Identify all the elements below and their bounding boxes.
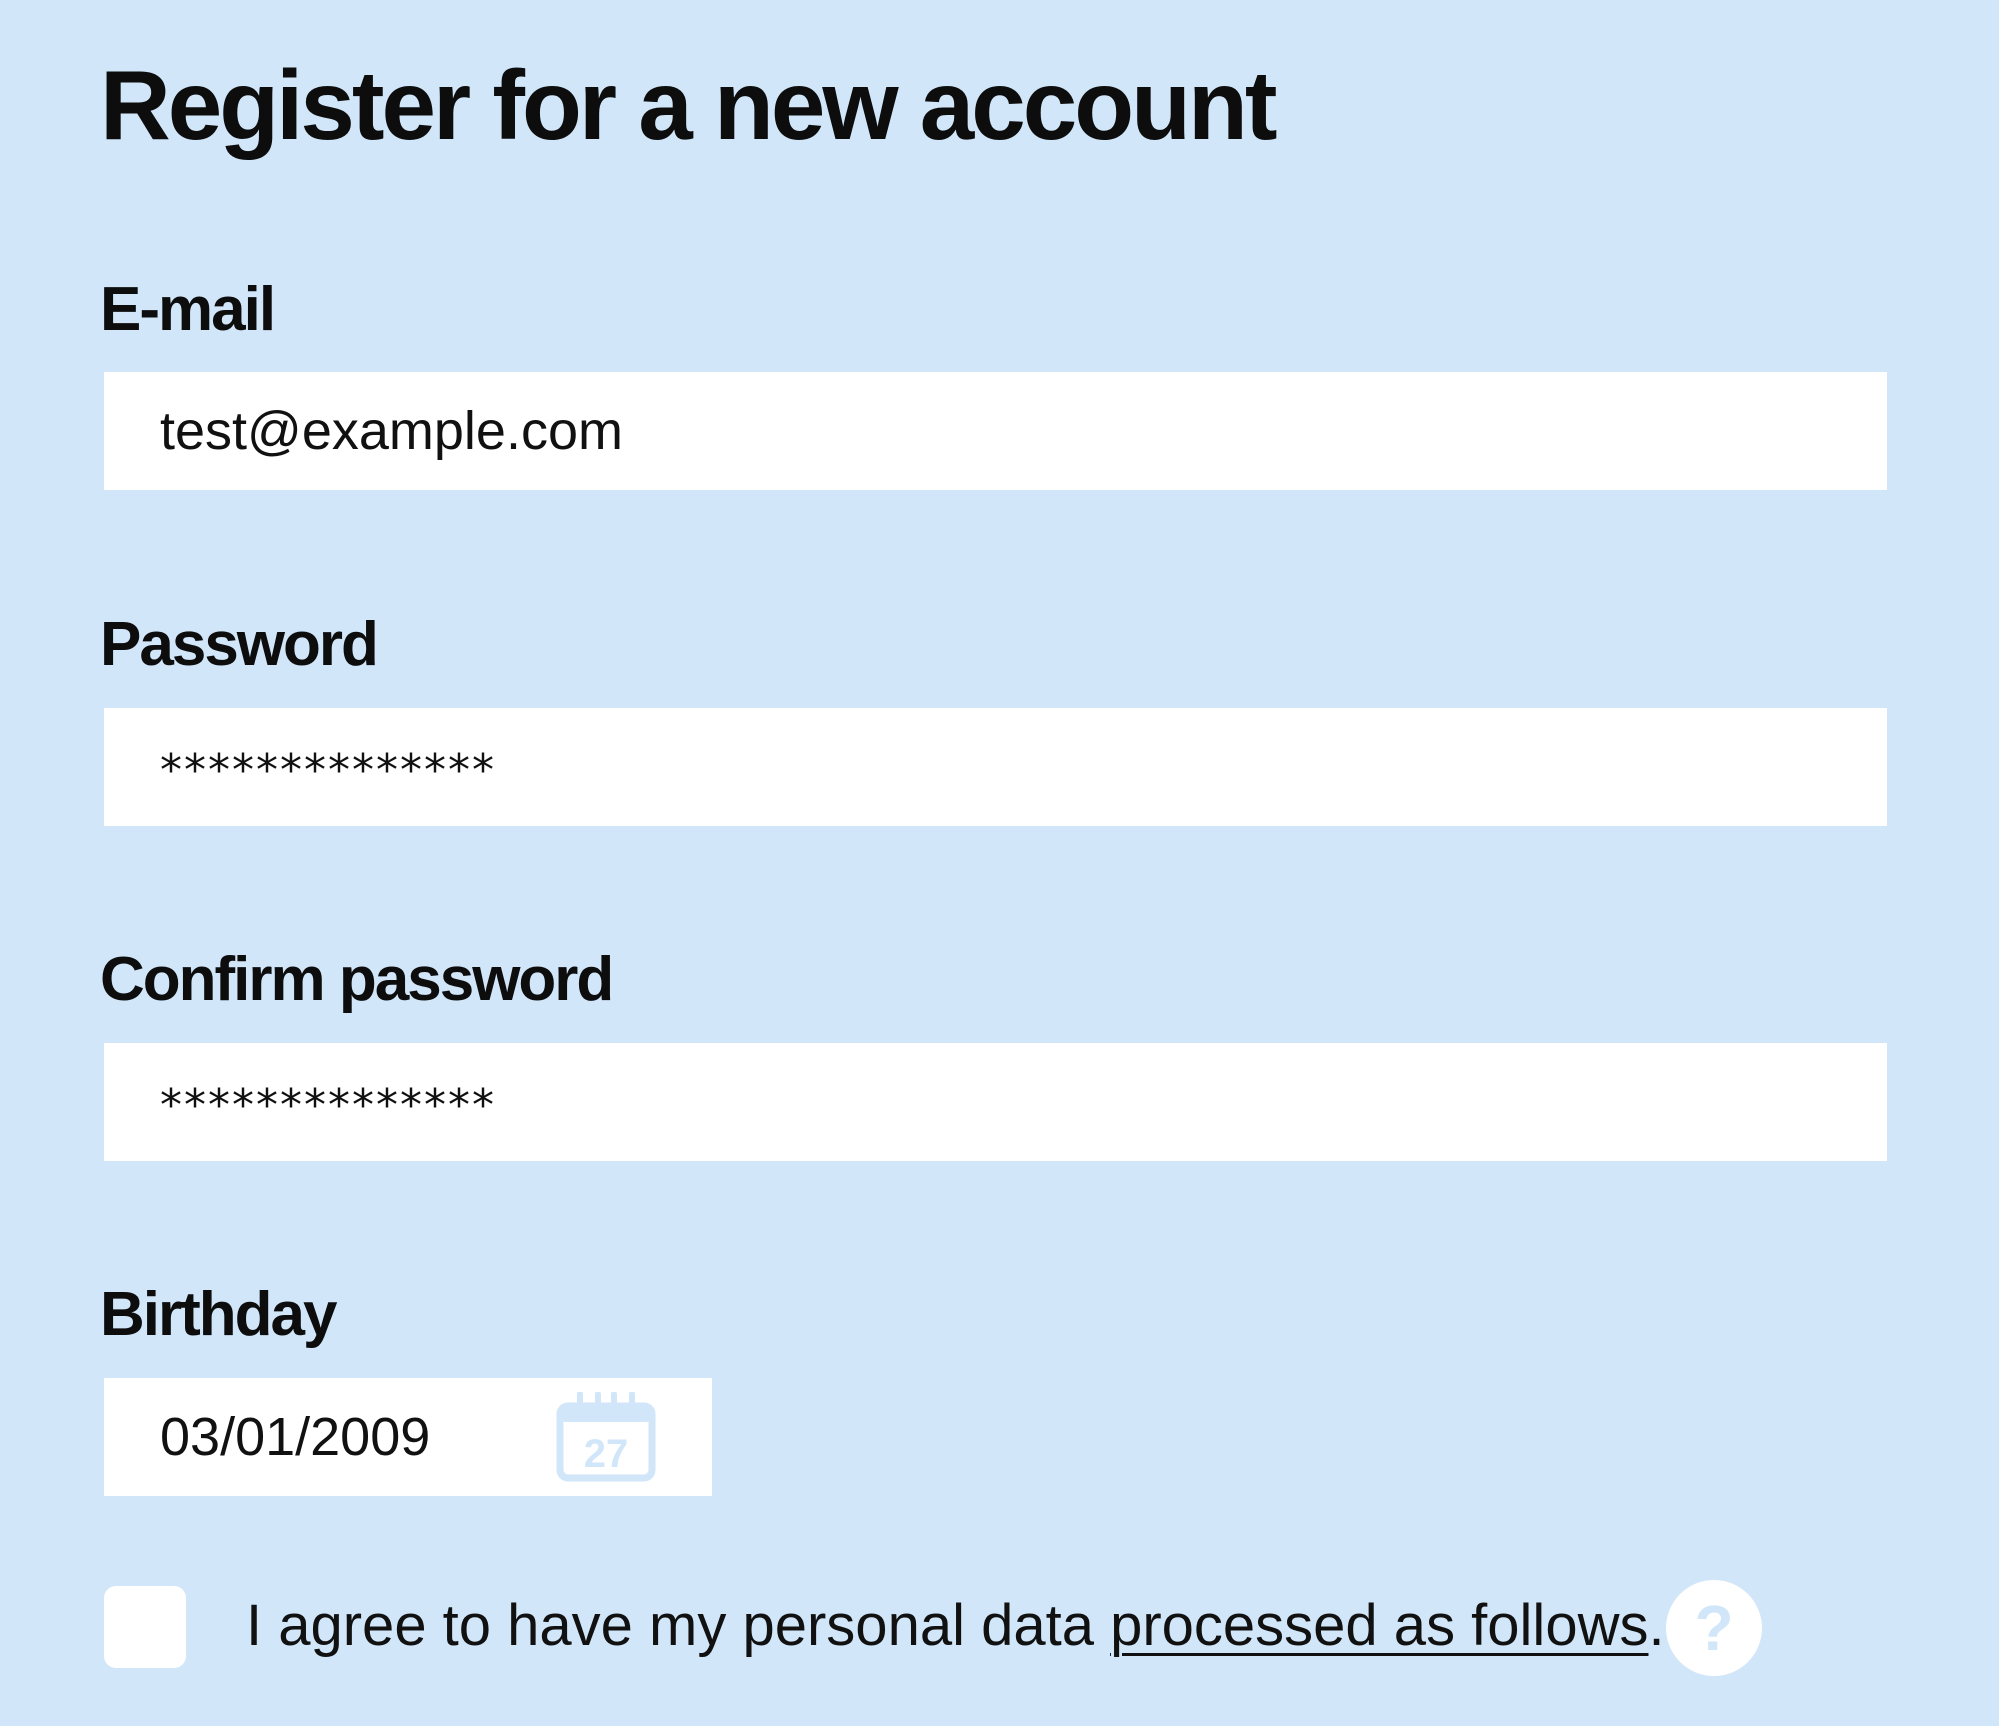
birthday-value: 03/01/2009 <box>160 1407 431 1467</box>
password-field[interactable]: ************** <box>104 708 1887 826</box>
email-value: test@example.com <box>160 401 623 461</box>
birthday-label: Birthday <box>100 1280 337 1349</box>
confirm-password-label: Confirm password <box>100 945 614 1014</box>
calendar-icon-day: 27 <box>584 1432 629 1476</box>
processed-as-follows-link[interactable]: processed as follows <box>1110 1593 1648 1658</box>
consent-text-after: . <box>1648 1593 1665 1658</box>
consent-checkbox[interactable] <box>104 1586 186 1668</box>
help-icon[interactable]: ? <box>1666 1580 1762 1676</box>
email-field[interactable]: test@example.com <box>104 372 1887 490</box>
password-value: ************** <box>160 745 496 796</box>
calendar-icon[interactable]: 27 <box>556 1392 656 1482</box>
page-title: Register for a new account <box>100 50 1278 160</box>
confirm-password-value: ************** <box>160 1080 496 1131</box>
consent-text-before: I agree to have my personal data <box>246 1593 1111 1658</box>
email-label: E-mail <box>100 275 276 344</box>
confirm-password-field[interactable]: ************** <box>104 1043 1887 1161</box>
consent-text: I agree to have my personal data process… <box>246 1580 1665 1672</box>
password-label: Password <box>100 610 379 679</box>
birthday-field[interactable]: 03/01/2009 27 <box>104 1378 712 1496</box>
consent-row: I agree to have my personal data process… <box>104 1580 1804 1676</box>
